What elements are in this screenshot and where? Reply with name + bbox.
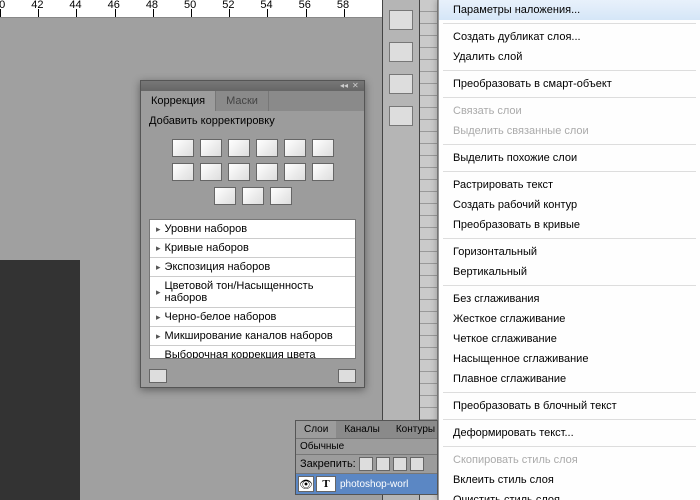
layers-tabs: Слои Каналы Контуры	[296, 421, 437, 438]
panel-tabs: Коррекция Маски	[141, 91, 364, 111]
menu-separator	[443, 392, 696, 393]
posterize-icon[interactable]	[312, 163, 334, 181]
dock-md-icon[interactable]	[389, 10, 413, 30]
lock-all-icon[interactable]	[410, 457, 424, 471]
menu-item: Связать слои	[439, 101, 700, 121]
channel-mixer-icon[interactable]	[256, 163, 278, 181]
menu-separator	[443, 238, 696, 239]
tab-paths[interactable]: Контуры	[388, 421, 443, 438]
tab-correction[interactable]: Коррекция	[141, 91, 216, 111]
lock-row: Закрепить:	[296, 454, 437, 473]
dock-paragraph-icon[interactable]	[389, 106, 413, 126]
menu-item[interactable]: Плавное сглаживание	[439, 369, 700, 389]
photo-filter-icon[interactable]	[228, 163, 250, 181]
brightness-icon[interactable]	[172, 139, 194, 157]
menu-separator	[443, 285, 696, 286]
menu-item[interactable]: Удалить слой	[439, 47, 700, 67]
trash-icon[interactable]	[338, 369, 356, 383]
layer-item[interactable]: 👁 T photoshop-worl	[296, 473, 437, 494]
dock-character-icon[interactable]	[389, 74, 413, 94]
vibrance-icon[interactable]	[284, 139, 306, 157]
panel-footer	[141, 365, 364, 387]
menu-item[interactable]: Насыщенное сглаживание	[439, 349, 700, 369]
menu-separator	[443, 144, 696, 145]
gradient-map-icon[interactable]	[242, 187, 264, 205]
layer-name-label[interactable]: photoshop-worl	[338, 479, 408, 490]
collapse-icon[interactable]: ◂◂	[340, 83, 348, 89]
preset-item[interactable]: Кривые наборов	[150, 239, 355, 258]
exposure-icon[interactable]	[256, 139, 278, 157]
adjustment-icons-grid	[141, 131, 364, 213]
layer-context-menu: Параметры наложения... Создать дубликат …	[438, 0, 700, 500]
menu-item: Выделить связанные слои	[439, 121, 700, 141]
preset-item[interactable]: Черно-белое наборов	[150, 308, 355, 327]
bw-icon[interactable]	[200, 163, 222, 181]
tab-masks[interactable]: Маски	[216, 91, 269, 111]
menu-blending-options[interactable]: Параметры наложения...	[439, 0, 700, 20]
layers-panel: Слои Каналы Контуры Обычные Закрепить: 👁…	[295, 420, 438, 495]
menu-item[interactable]: Четкое сглаживание	[439, 329, 700, 349]
menu-item[interactable]: Деформировать текст...	[439, 423, 700, 443]
tab-channels[interactable]: Каналы	[336, 421, 388, 438]
menu-item[interactable]: Преобразовать в кривые	[439, 215, 700, 235]
curves-icon[interactable]	[228, 139, 250, 157]
menu-separator	[443, 419, 696, 420]
menu-item[interactable]: Вклеить стиль слоя	[439, 470, 700, 490]
menu-item[interactable]: Горизонтальный	[439, 242, 700, 262]
blend-mode-row: Обычные	[296, 438, 437, 454]
menu-separator	[443, 171, 696, 172]
menu-item[interactable]: Растрировать текст	[439, 175, 700, 195]
menu-separator	[443, 446, 696, 447]
menu-item: Скопировать стиль слоя	[439, 450, 700, 470]
levels-icon[interactable]	[200, 139, 222, 157]
preset-item[interactable]: Уровни наборов	[150, 220, 355, 239]
lock-pixels-icon[interactable]	[376, 457, 390, 471]
menu-item[interactable]: Преобразовать в смарт-объект	[439, 74, 700, 94]
preset-item[interactable]: Микширование каналов наборов	[150, 327, 355, 346]
menu-item[interactable]: Жесткое сглаживание	[439, 309, 700, 329]
preset-item[interactable]: Выборочная коррекция цвета наборов	[150, 346, 355, 359]
menu-item[interactable]: Очистить стиль слоя	[439, 490, 700, 500]
panel-titlebar[interactable]: ◂◂ ✕	[141, 81, 364, 91]
menu-item[interactable]: Выделить похожие слои	[439, 148, 700, 168]
lock-position-icon[interactable]	[393, 457, 407, 471]
menu-item[interactable]: Без сглаживания	[439, 289, 700, 309]
menu-separator	[443, 70, 696, 71]
visibility-eye-icon[interactable]: 👁	[298, 476, 314, 492]
menu-item[interactable]: Создать дубликат слоя...	[439, 27, 700, 47]
blend-mode-select[interactable]: Обычные	[300, 441, 344, 452]
reset-icon[interactable]	[149, 369, 167, 383]
preset-list[interactable]: Уровни наборовКривые наборовЭкспозиция н…	[149, 219, 356, 359]
selective-color-icon[interactable]	[270, 187, 292, 205]
balance-icon[interactable]	[172, 163, 194, 181]
lock-transparent-icon[interactable]	[359, 457, 373, 471]
lock-label: Закрепить:	[300, 458, 356, 470]
horizontal-ruler: 40424446485052545658	[0, 0, 382, 18]
panel-subhead: Добавить корректировку	[141, 111, 364, 131]
preset-item[interactable]: Экспозиция наборов	[150, 258, 355, 277]
threshold-icon[interactable]	[214, 187, 236, 205]
preset-item[interactable]: Цветовой тон/Насыщенность наборов	[150, 277, 355, 308]
ruler-tick: 58	[344, 9, 382, 17]
dock-brush-icon[interactable]	[389, 42, 413, 62]
correction-panel: ◂◂ ✕ Коррекция Маски Добавить корректиро…	[140, 80, 365, 388]
close-icon[interactable]: ✕	[352, 83, 360, 89]
menu-item[interactable]: Преобразовать в блочный текст	[439, 396, 700, 416]
invert-icon[interactable]	[284, 163, 306, 181]
tab-layers[interactable]: Слои	[296, 421, 336, 438]
canvas-dark-area	[0, 260, 80, 500]
hue-icon[interactable]	[312, 139, 334, 157]
menu-item[interactable]: Вертикальный	[439, 262, 700, 282]
menu-separator	[443, 23, 696, 24]
text-layer-thumb-icon: T	[316, 476, 336, 492]
menu-separator	[443, 97, 696, 98]
menu-item[interactable]: Создать рабочий контур	[439, 195, 700, 215]
